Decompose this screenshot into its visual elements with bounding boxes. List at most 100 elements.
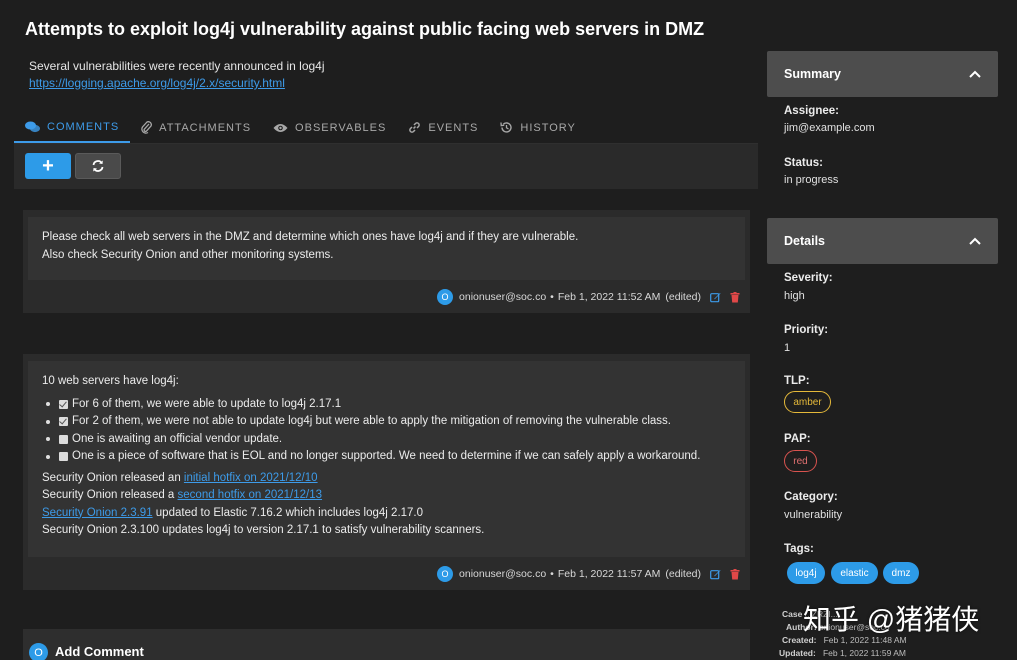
checkbox-unchecked[interactable] (59, 434, 68, 444)
list-item: For 6 of them, we were able to update to… (46, 396, 731, 414)
bullet (46, 419, 50, 424)
meta-value: Feb 1, 2022 11:59 AM (822, 648, 906, 658)
tab-history[interactable]: HISTORY (489, 112, 587, 143)
tab-comments-label: COMMENTS (47, 120, 120, 133)
meta-label: Case (782, 609, 803, 619)
checklist: For 6 of them, we were able to update to… (46, 396, 731, 466)
chevron-up-icon[interactable] (969, 70, 981, 78)
comment-timestamp: Feb 1, 2022 11:57 AM (557, 568, 661, 580)
edited-label: (edited) (665, 291, 701, 303)
tab-events[interactable]: EVENTS (397, 112, 489, 143)
checkbox-unchecked[interactable] (59, 452, 68, 462)
checkbox-checked[interactable] (59, 417, 68, 427)
trash-icon[interactable] (730, 568, 740, 580)
refresh-icon (92, 160, 104, 172)
comments-toolbar: + (14, 144, 758, 189)
bullet (46, 402, 50, 407)
list-item: For 2 of them, we were not able to updat… (46, 413, 731, 431)
tab-observables-label: OBSERVABLES (295, 121, 387, 134)
category-value: vulnerability (784, 509, 843, 521)
summary-heading: Summary (784, 67, 841, 81)
comment-author: onionuser@soc.co (459, 568, 547, 580)
edit-icon[interactable] (710, 292, 721, 303)
list-item: One is awaiting an official vendor updat… (46, 431, 731, 449)
chevron-up-icon[interactable] (969, 237, 981, 245)
description-text: Several vulnerabilities were recently an… (29, 59, 325, 73)
avatar: O (29, 643, 48, 660)
add-comment-button[interactable]: + (25, 153, 71, 179)
meta-label: Updated: (779, 648, 816, 658)
link-icon (409, 122, 421, 133)
assignee-value: jim@example.com (784, 122, 875, 134)
comment-card-2: 10 web servers have log4j: For 6 of them… (23, 354, 750, 590)
list-item-text: For 6 of them, we were able to update to… (72, 397, 342, 410)
paragraph-text: updated to Elastic 7.16.2 which includes… (152, 506, 424, 519)
edited-label: (edited) (665, 568, 701, 580)
comment-footer-2: O onionuser@soc.co • Feb 1, 2022 11:57 A… (437, 566, 740, 582)
severity-label: Severity: (784, 272, 833, 284)
details-panel-header[interactable]: Details (767, 218, 998, 264)
comment-text: 10 web servers have log4j: (42, 375, 179, 387)
separator: • (550, 291, 554, 303)
list-item-text: One is a piece of software that is EOL a… (72, 450, 701, 462)
comment-paragraph: Security Onion released a second hotfix … (42, 487, 731, 505)
severity-value: high (784, 290, 805, 302)
comment-card-1: Please check all web servers in the DMZ … (23, 210, 750, 313)
comment-text: Also check Security Onion and other moni… (42, 248, 334, 261)
comment-timestamp: Feb 1, 2022 11:52 AM (557, 291, 661, 303)
details-heading: Details (784, 234, 825, 248)
tlp-chip: amber (784, 391, 831, 413)
tab-events-label: EVENTS (428, 121, 479, 134)
trash-icon[interactable] (730, 291, 740, 303)
pap-chip: red (784, 450, 817, 472)
list-item-text: One is awaiting an official vendor updat… (72, 432, 283, 445)
tag-chip[interactable]: dmz (883, 562, 919, 584)
case-title: Attempts to exploit log4j vulnerability … (25, 19, 705, 39)
checkbox-checked[interactable] (59, 399, 68, 409)
paragraph-text: Security Onion released a (42, 489, 178, 501)
comment-text: Please check all web servers in the DMZ … (42, 231, 579, 243)
comment-footer-1: O onionuser@soc.co • Feb 1, 2022 11:52 A… (437, 289, 740, 305)
tab-observables[interactable]: OBSERVABLES (262, 112, 397, 143)
tags-label: Tags: (784, 543, 814, 555)
tag-chip[interactable]: elastic (831, 562, 878, 584)
tlp-label: TLP: (784, 375, 810, 387)
edit-icon[interactable] (710, 569, 721, 580)
summary-panel-header[interactable]: Summary (767, 51, 998, 97)
status-label: Status: (784, 157, 823, 169)
comments-icon (25, 121, 40, 132)
tab-attachments-label: ATTACHMENTS (159, 121, 252, 134)
hotfix-link-1[interactable]: initial hotfix on 2021/12/10 (184, 472, 318, 484)
bullet (46, 437, 50, 442)
tag-chip[interactable]: log4j (787, 562, 825, 584)
comment-paragraph: Security Onion released an initial hotfi… (42, 470, 731, 488)
pap-label: PAP: (784, 433, 811, 445)
comment-paragraph: Security Onion 2.3.100 updates log4j to … (42, 524, 485, 536)
comment-author: onionuser@soc.co (459, 291, 547, 303)
tab-bar: COMMENTS ATTACHMENTS OBSERVABLES EVENTS … (14, 112, 758, 144)
hotfix-link-2[interactable]: second hotfix on 2021/12/13 (178, 489, 323, 501)
avatar: O (437, 289, 454, 305)
separator: • (550, 568, 554, 580)
list-item: One is a piece of software that is EOL a… (46, 448, 731, 466)
release-link[interactable]: Security Onion 2.3.91 (42, 507, 153, 519)
history-icon (500, 122, 513, 133)
eye-icon (273, 123, 288, 132)
category-label: Category: (784, 491, 838, 503)
comment-body-1: Please check all web servers in the DMZ … (28, 217, 745, 280)
refresh-button[interactable] (75, 153, 121, 179)
tab-comments[interactable]: COMMENTS (14, 112, 131, 143)
case-description: Several vulnerabilities were recently an… (29, 58, 325, 92)
paperclip-icon (141, 121, 153, 134)
list-item-text: For 2 of them, we were not able to updat… (72, 415, 671, 427)
paragraph-text: Security Onion released an (42, 471, 184, 484)
status-value: in progress (784, 174, 839, 186)
avatar: O (437, 566, 454, 582)
add-comment-heading: Add Comment (55, 644, 144, 659)
tab-history-label: HISTORY (520, 121, 576, 134)
assignee-label: Assignee: (784, 105, 839, 117)
security-link[interactable]: https://logging.apache.org/log4j/2.x/sec… (29, 76, 285, 90)
comment-paragraph: Security Onion 2.3.91 updated to Elastic… (42, 505, 731, 523)
tab-attachments[interactable]: ATTACHMENTS (130, 112, 262, 143)
priority-label: Priority: (784, 324, 829, 336)
